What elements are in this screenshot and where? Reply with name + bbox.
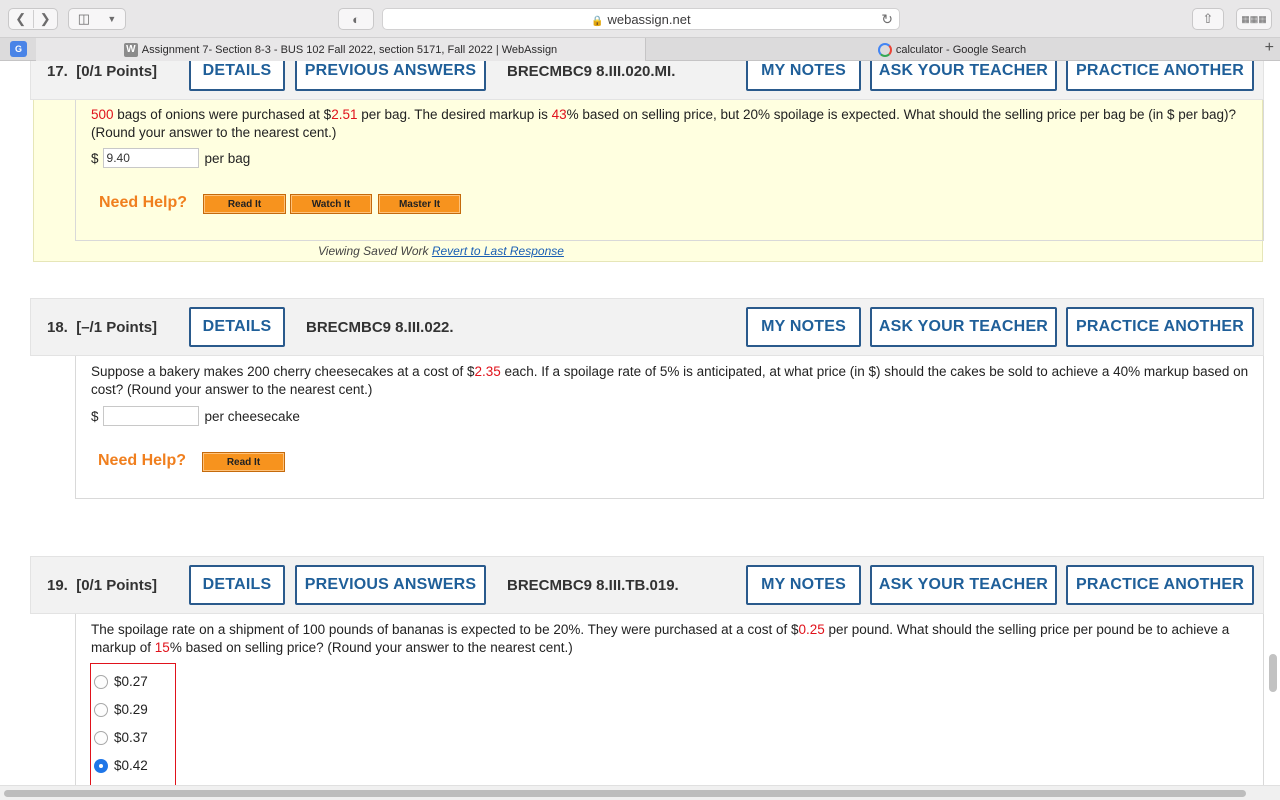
question-17-text: 500 bags of onions were purchased at $2.… bbox=[91, 107, 1237, 140]
forward-icon[interactable]: ❯ bbox=[34, 11, 58, 27]
question-19-text: The spoilage rate on a shipment of 100 p… bbox=[91, 622, 1230, 655]
question-18-points: 18. [–/1 Points] bbox=[47, 319, 158, 336]
lock-icon: 🔒 bbox=[591, 16, 604, 27]
read-it-button[interactable]: Read It bbox=[203, 194, 286, 214]
answer-choices: $0.27 $0.29 $0.37 $0.42 bbox=[90, 663, 176, 785]
my-notes-button[interactable]: MY NOTES bbox=[746, 565, 861, 605]
revert-link[interactable]: Revert to Last Response bbox=[432, 244, 564, 258]
share-button[interactable]: ⇧ bbox=[1192, 8, 1224, 30]
browser-toolbar: ❮ ❯ ◫ ▼ ◐ 🔒 webassign.net ↻ ⇧ ▦▦▦ bbox=[0, 0, 1280, 38]
radio-button[interactable] bbox=[94, 674, 108, 689]
question-code: BRECMBC9 8.III.022. bbox=[306, 319, 454, 336]
translate-icon[interactable]: G bbox=[10, 41, 27, 57]
tab-title: Assignment 7- Section 8-3 - BUS 102 Fall… bbox=[141, 43, 558, 56]
answer-input[interactable] bbox=[102, 406, 199, 426]
saved-work-note: Viewing Saved Work Revert to Last Respon… bbox=[318, 244, 564, 258]
question-17-points: 17. [0/1 Points] bbox=[47, 63, 158, 80]
new-tab-icon[interactable]: + bbox=[1265, 39, 1274, 57]
google-favicon-icon bbox=[877, 42, 892, 57]
master-it-button[interactable]: Master It bbox=[378, 194, 461, 214]
question-code: BRECMBC9 8.III.020.MI. bbox=[507, 63, 676, 80]
vertical-scrollbar[interactable] bbox=[1269, 654, 1277, 692]
question-17-header: 17. [0/1 Points] DETAILS PREVIOUS ANSWER… bbox=[30, 61, 1264, 100]
choice-option[interactable]: $0.29 bbox=[94, 702, 148, 717]
ask-your-teacher-button[interactable]: ASK YOUR TEACHER bbox=[870, 565, 1057, 605]
ask-your-teacher-button[interactable]: ASK YOUR TEACHER bbox=[870, 61, 1057, 91]
radio-button-checked[interactable] bbox=[94, 758, 108, 773]
shield-icon: ◐ bbox=[352, 11, 360, 27]
question-19-header: 19. [0/1 Points] DETAILS PREVIOUS ANSWER… bbox=[30, 556, 1264, 614]
url-text: webassign.net bbox=[607, 12, 691, 27]
currency-label: $ bbox=[91, 150, 99, 166]
details-button[interactable]: DETAILS bbox=[189, 61, 285, 91]
currency-label: $ bbox=[91, 408, 99, 424]
question-code: BRECMBC9 8.III.TB.019. bbox=[507, 577, 679, 594]
tab-title: calculator - Google Search bbox=[895, 43, 1027, 56]
history-nav: ❮ ❯ bbox=[8, 8, 58, 30]
privacy-shield-button[interactable]: ◐ bbox=[338, 8, 374, 30]
ask-your-teacher-button[interactable]: ASK YOUR TEACHER bbox=[870, 307, 1057, 347]
radio-button[interactable] bbox=[94, 730, 108, 745]
my-notes-button[interactable]: MY NOTES bbox=[746, 307, 861, 347]
watch-it-button[interactable]: Watch It bbox=[290, 194, 372, 214]
previous-answers-button[interactable]: PREVIOUS ANSWERS bbox=[295, 61, 486, 91]
practice-another-button[interactable]: PRACTICE ANOTHER bbox=[1066, 307, 1254, 347]
chevron-down-icon: ▼ bbox=[107, 14, 117, 24]
question-19-points: 19. [0/1 Points] bbox=[47, 577, 158, 594]
read-it-button[interactable]: Read It bbox=[202, 452, 285, 472]
question-17-answer-row: $ per bag bbox=[91, 148, 250, 168]
answer-input[interactable] bbox=[102, 148, 199, 168]
choice-option[interactable]: $0.37 bbox=[94, 730, 148, 745]
tab-overview-button[interactable]: ▦▦▦ bbox=[1236, 8, 1272, 30]
my-notes-button[interactable]: MY NOTES bbox=[746, 61, 861, 91]
back-icon[interactable]: ❮ bbox=[9, 11, 33, 27]
tab-google[interactable]: calculator - Google Search bbox=[647, 38, 1257, 61]
webassign-favicon-icon: W bbox=[123, 42, 138, 57]
question-19-body: The spoilage rate on a shipment of 100 p… bbox=[75, 614, 1264, 785]
choice-option-selected[interactable]: $0.42 bbox=[94, 758, 148, 773]
practice-another-button[interactable]: PRACTICE ANOTHER bbox=[1066, 61, 1254, 91]
sidebar-icon: ◫ bbox=[77, 11, 90, 26]
details-button[interactable]: DETAILS bbox=[189, 307, 285, 347]
question-17-body: 500 bags of onions were purchased at $2.… bbox=[75, 100, 1264, 241]
practice-another-button[interactable]: PRACTICE ANOTHER bbox=[1066, 565, 1254, 605]
unit-label: per cheesecake bbox=[204, 408, 300, 424]
page-content: 17. [0/1 Points] DETAILS PREVIOUS ANSWER… bbox=[0, 61, 1280, 785]
tab-webassign[interactable]: W Assignment 7- Section 8-3 - BUS 102 Fa… bbox=[36, 38, 646, 61]
address-bar[interactable]: 🔒 webassign.net ↻ bbox=[382, 8, 900, 30]
tab-grid-icon: ▦▦▦ bbox=[1241, 13, 1267, 24]
question-18-text: Suppose a bakery makes 200 cherry cheese… bbox=[91, 364, 1249, 397]
radio-button[interactable] bbox=[94, 702, 108, 717]
question-18-body: Suppose a bakery makes 200 cherry cheese… bbox=[75, 356, 1264, 499]
horizontal-scroll-thumb[interactable] bbox=[4, 790, 1246, 797]
previous-answers-button[interactable]: PREVIOUS ANSWERS bbox=[295, 565, 486, 605]
choice-option[interactable]: $0.27 bbox=[94, 674, 148, 689]
unit-label: per bag bbox=[204, 150, 251, 166]
need-help-label: Need Help? bbox=[99, 194, 188, 211]
question-18-answer-row: $ per cheesecake bbox=[91, 406, 300, 426]
horizontal-scrollbar[interactable] bbox=[0, 785, 1280, 800]
tab-bar: G W Assignment 7- Section 8-3 - BUS 102 … bbox=[0, 38, 1280, 61]
details-button[interactable]: DETAILS bbox=[189, 565, 285, 605]
sidebar-toggle-button[interactable]: ◫ ▼ bbox=[68, 8, 126, 30]
need-help-label: Need Help? bbox=[98, 452, 187, 469]
question-18-header: 18. [–/1 Points] DETAILS BRECMBC9 8.III.… bbox=[30, 298, 1264, 356]
reload-icon[interactable]: ↻ bbox=[881, 11, 893, 28]
share-icon: ⇧ bbox=[1202, 11, 1214, 26]
